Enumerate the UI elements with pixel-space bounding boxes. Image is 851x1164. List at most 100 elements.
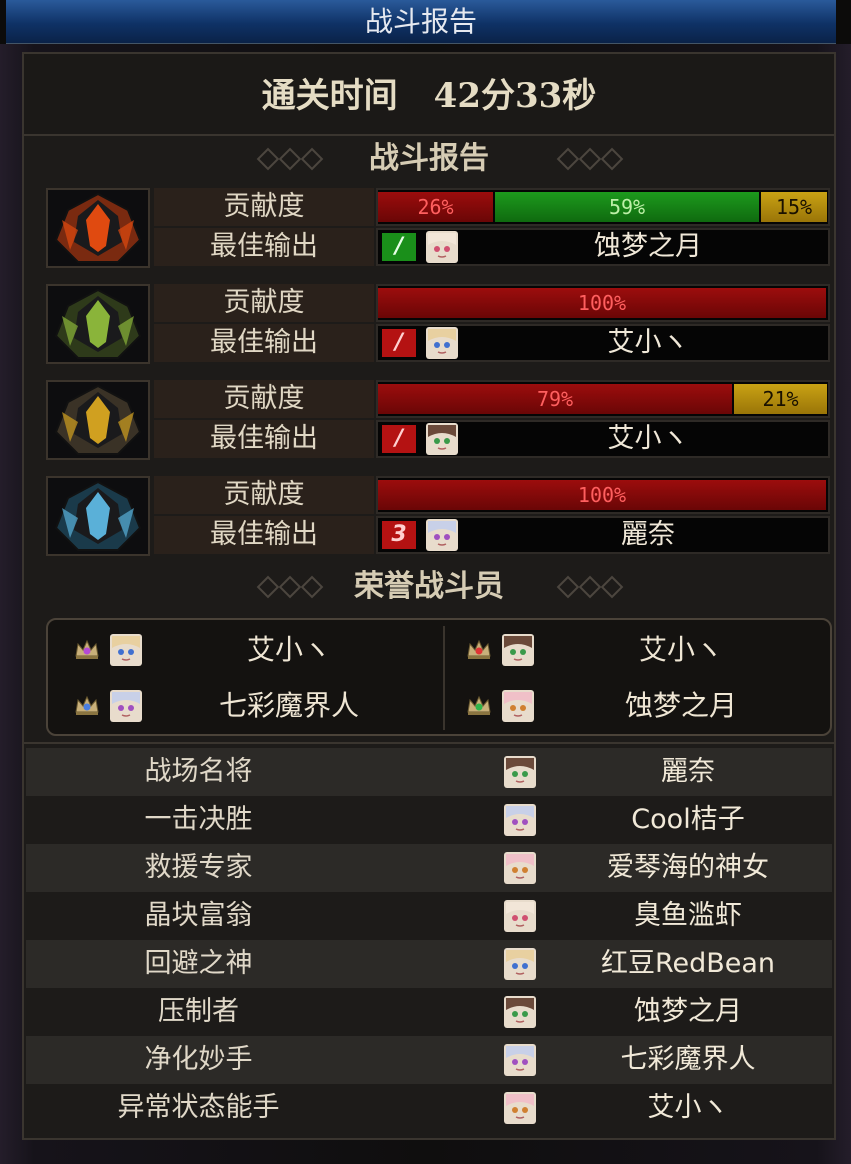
- award-row: 晶块富翁 臭鱼滥虾: [26, 892, 832, 940]
- award-title: 压制者: [158, 996, 239, 1027]
- rank-badge: /: [382, 233, 416, 261]
- rank-badge: /: [382, 425, 416, 453]
- player-avatar: [426, 231, 458, 263]
- ornament-left-icon: [254, 575, 326, 599]
- boss-row: 贡献度 26% 59% 15% 最佳输出 / 蚀梦之月: [46, 188, 851, 268]
- award-row: 回避之神 红豆RedBean: [26, 940, 832, 988]
- award-player-name: Cool桔子: [631, 804, 745, 835]
- rank-badge: /: [382, 329, 416, 357]
- honor-member: 艾小ヽ: [446, 622, 826, 678]
- contribution-label: 贡献度: [154, 380, 374, 418]
- best-output-label: 最佳输出: [154, 228, 374, 266]
- award-row: 净化妙手 七彩魔界人: [26, 1036, 832, 1084]
- best-output-value: 3 麗奈: [376, 516, 830, 554]
- award-row: 救援专家 爱琴海的神女: [26, 844, 832, 892]
- contribution-label: 贡献度: [154, 188, 374, 226]
- player-avatar: [504, 1044, 536, 1076]
- player-avatar: [426, 519, 458, 551]
- award-title: 晶块富翁: [144, 900, 253, 931]
- contribution-bar: 79% 21%: [376, 380, 830, 418]
- ornament-left-icon: [254, 147, 326, 171]
- gold-armor-boss-icon: [46, 380, 150, 460]
- contribution-row: 贡献度 100%: [154, 476, 851, 514]
- contribution-row: 贡献度 26% 59% 15%: [154, 188, 851, 226]
- contribution-segment: 15%: [761, 192, 827, 222]
- honor-divider: [443, 626, 445, 730]
- boss-row: 贡献度 79% 21% 最佳输出 / 艾小ヽ: [46, 380, 851, 460]
- award-player-name: 七彩魔界人: [620, 1044, 756, 1075]
- award-title: 救援专家: [144, 852, 253, 883]
- section-title-report: 战斗报告: [369, 141, 489, 176]
- best-player-name: 麗奈: [621, 519, 675, 550]
- best-player-name: 艾小ヽ: [607, 423, 689, 454]
- contribution-segment: 79%: [378, 384, 732, 414]
- contribution-label: 贡献度: [154, 284, 374, 322]
- best-output-label: 最佳输出: [154, 420, 374, 458]
- player-avatar: [502, 634, 534, 666]
- player-avatar: [426, 327, 458, 359]
- clear-time-label: 通关时间: [261, 76, 398, 116]
- ice-armor-boss-icon: [46, 476, 150, 556]
- player-avatar: [426, 423, 458, 455]
- best-player-name: 蚀梦之月: [594, 231, 702, 262]
- honor-member-name: 艾小ヽ: [638, 633, 723, 666]
- award-row: 压制者 蚀梦之月: [26, 988, 832, 1036]
- section-title-honor: 荣誉战斗员: [354, 569, 504, 604]
- contribution-row: 贡献度 79% 21%: [154, 380, 851, 418]
- honor-member: 艾小ヽ: [54, 622, 434, 678]
- award-player-name: 红豆RedBean: [600, 948, 776, 979]
- rank-badge: 3: [382, 521, 416, 549]
- award-title: 异常状态能手: [117, 1092, 280, 1123]
- purple-gem-crown-icon: [74, 638, 100, 660]
- award-title: 回避之神: [144, 948, 253, 979]
- best-output-row: 最佳输出 3 麗奈: [154, 516, 851, 554]
- player-avatar: [504, 900, 536, 932]
- player-avatar: [504, 852, 536, 884]
- award-title: 一击决胜: [144, 804, 253, 835]
- award-player-name: 艾小ヽ: [647, 1092, 729, 1123]
- best-output-value: / 蚀梦之月: [376, 228, 830, 266]
- honor-members-box: 艾小ヽ 艾小ヽ 七彩魔界人 蚀梦之月: [46, 618, 832, 736]
- fire-armor-boss-icon: [46, 188, 150, 268]
- player-avatar: [504, 948, 536, 980]
- player-avatar: [504, 1092, 536, 1124]
- award-row: 异常状态能手 艾小ヽ: [26, 1084, 832, 1132]
- award-player-name: 臭鱼滥虾: [634, 900, 742, 931]
- best-output-row: 最佳输出 / 艾小ヽ: [154, 420, 851, 458]
- green-gem-crown-icon: [466, 694, 492, 716]
- award-player-name: 麗奈: [661, 756, 715, 787]
- honor-member-name: 艾小ヽ: [246, 633, 331, 666]
- best-output-row: 最佳输出 / 蚀梦之月: [154, 228, 851, 266]
- player-avatar: [110, 634, 142, 666]
- ornament-right-icon: [554, 575, 626, 599]
- player-avatar: [504, 804, 536, 836]
- player-avatar: [504, 756, 536, 788]
- contribution-segment: 100%: [378, 480, 826, 510]
- contribution-segment: 21%: [734, 384, 827, 414]
- award-player-name: 爱琴海的神女: [607, 852, 769, 883]
- contribution-segment: 59%: [495, 192, 759, 222]
- contribution-bar: 100%: [376, 284, 830, 322]
- red-gem-crown-icon: [466, 638, 492, 660]
- player-avatar: [504, 996, 536, 1028]
- blue-gem-crown-icon: [74, 694, 100, 716]
- boss-row: 贡献度 100% 最佳输出 3 麗奈: [46, 476, 851, 556]
- best-player-name: 艾小ヽ: [607, 327, 689, 358]
- section-header-honor: 荣誉战斗员: [24, 566, 834, 608]
- contribution-label: 贡献度: [154, 476, 374, 514]
- window-title: 战斗报告: [364, 5, 477, 38]
- contribution-segment: 100%: [378, 288, 826, 318]
- contribution-bar: 26% 59% 15%: [376, 188, 830, 226]
- player-avatar: [502, 690, 534, 722]
- award-row: 战场名将 麗奈: [26, 748, 832, 796]
- best-output-value: / 艾小ヽ: [376, 324, 830, 362]
- clear-time-banner: 通关时间 42分33秒: [24, 54, 834, 136]
- award-player-name: 蚀梦之月: [634, 996, 742, 1027]
- window-title-bar: 战斗报告: [6, 0, 836, 44]
- contribution-bar: 100%: [376, 476, 830, 514]
- best-output-value: / 艾小ヽ: [376, 420, 830, 458]
- award-title: 净化妙手: [144, 1044, 253, 1075]
- honor-member: 蚀梦之月: [446, 678, 826, 734]
- divider: [24, 742, 834, 744]
- contribution-segment: 26%: [378, 192, 493, 222]
